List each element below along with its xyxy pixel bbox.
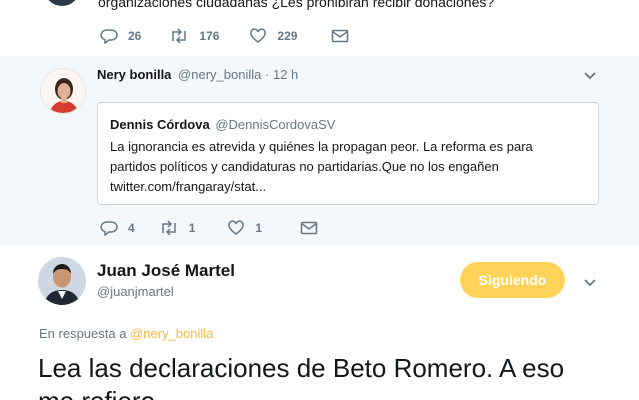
quoted-username: @DennisCordovaSV: [215, 117, 336, 132]
username[interactable]: @juanjmartel: [97, 284, 174, 299]
like-count: 229: [277, 29, 298, 43]
timestamp[interactable]: 12 h: [273, 67, 298, 82]
reply-context: En respuesta a @nery_bonilla: [39, 326, 213, 341]
tweet-header: Nery bonilla @nery_bonilla · 12 h: [97, 67, 298, 82]
like-count: 1: [255, 221, 263, 235]
reply-button[interactable]: 4: [100, 220, 135, 236]
quoted-link: twitter.com/frangaray/stat...: [110, 179, 267, 194]
reply-tweet[interactable]: Nery bonilla @nery_bonilla · 12 h Dennis…: [0, 56, 639, 245]
quoted-text-line: partidos políticos y candidaturas no par…: [110, 159, 499, 174]
reply-to-link[interactable]: @nery_bonilla: [130, 326, 213, 341]
main-tweet: Juan José Martel @juanjmartel Siguiendo …: [0, 245, 639, 400]
tweet-actions: 26 176 229: [100, 28, 377, 44]
avatar[interactable]: [38, 257, 86, 305]
quoted-tweet[interactable]: Dennis Córdova @DennisCordovaSV La ignor…: [97, 102, 599, 205]
retweet-icon: [172, 28, 187, 44]
username[interactable]: @nery_bonilla: [178, 67, 261, 82]
tweet-text-line: Lea las declaraciones de Beto Romero. A …: [38, 353, 565, 383]
retweet-count: 1: [188, 221, 196, 235]
quoted-tweet-text: La ignorancia es atrevida y quiénes la p…: [110, 137, 533, 197]
tweet-text: organizaciones ciudadanas ¿Les prohibirá…: [98, 0, 495, 10]
quoted-text-line: La ignorancia es atrevida y quiénes la p…: [110, 139, 533, 154]
retweet-count: 176: [199, 29, 220, 43]
message-icon: [300, 221, 318, 235]
reply-icon: [100, 221, 118, 236]
quoted-tweet-header: Dennis Córdova @DennisCordovaSV: [110, 117, 335, 132]
profile-photo-icon: [41, 69, 85, 113]
tweet-actions: 4 1 1: [100, 220, 346, 236]
chevron-down-icon[interactable]: [583, 68, 597, 82]
retweet-icon: [161, 220, 176, 236]
avatar[interactable]: [44, 0, 80, 6]
quoted-display-name: Dennis Córdova: [110, 117, 210, 132]
following-button[interactable]: Siguiendo: [460, 262, 565, 298]
chevron-down-icon[interactable]: [583, 275, 597, 289]
avatar[interactable]: [40, 68, 86, 114]
reply-count: 26: [128, 29, 142, 43]
reply-context-label: En respuesta a: [39, 326, 127, 341]
retweet-button[interactable]: 1: [159, 220, 196, 236]
tweet-text-line: me refiero.: [38, 385, 564, 400]
top-tweet[interactable]: organizaciones ciudadanas ¿Les prohibirá…: [0, 0, 639, 56]
retweet-button[interactable]: 176: [169, 28, 219, 44]
reply-button[interactable]: 26: [100, 28, 141, 44]
direct-message-button[interactable]: [331, 29, 349, 43]
display-name[interactable]: Nery bonilla: [97, 67, 171, 82]
tweet-text: Lea las declaraciones de Beto Romero. A …: [38, 352, 564, 400]
heart-icon: [228, 220, 245, 235]
heart-icon: [250, 28, 267, 43]
direct-message-button[interactable]: [300, 221, 318, 235]
profile-photo-icon: [38, 257, 86, 305]
like-button[interactable]: 1: [227, 220, 262, 236]
display-name[interactable]: Juan José Martel: [97, 261, 235, 281]
message-icon: [332, 29, 349, 43]
reply-icon: [100, 29, 118, 44]
separator: ·: [264, 67, 270, 82]
reply-count: 4: [128, 221, 135, 235]
like-button[interactable]: 229: [249, 28, 297, 44]
